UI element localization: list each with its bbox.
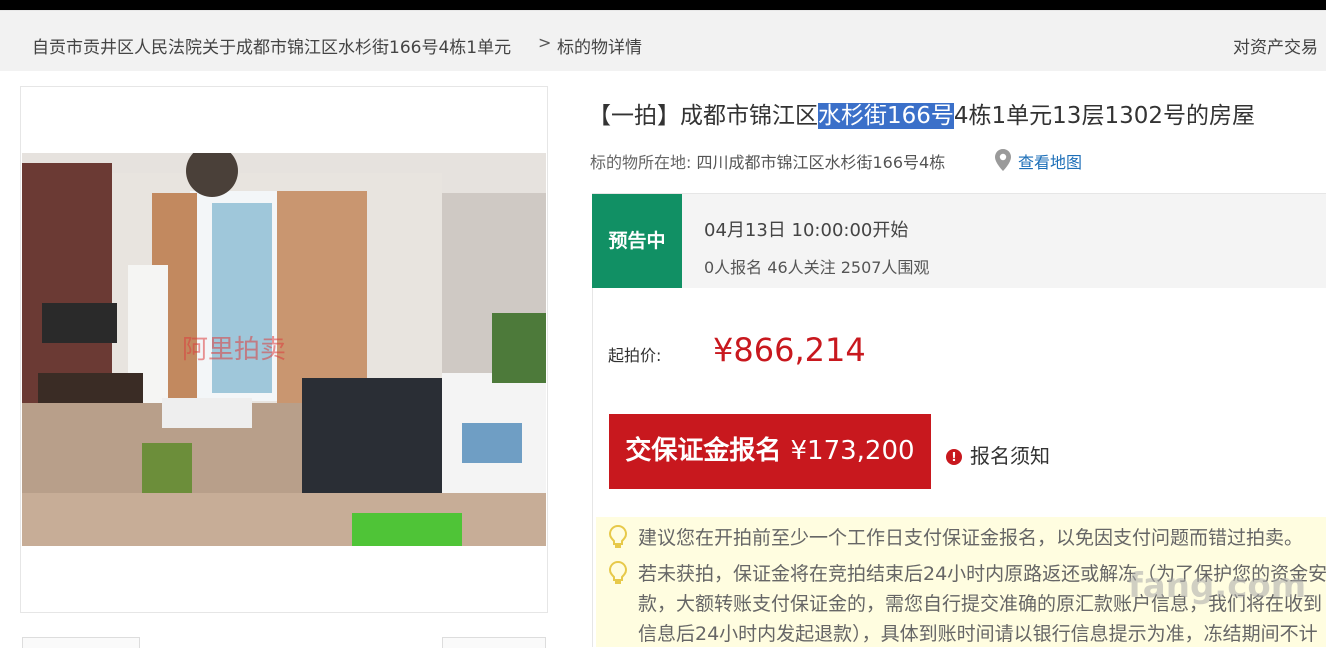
view-map-link[interactable]: 查看地图 xyxy=(1018,149,1082,173)
breadcrumb-separator: > xyxy=(538,33,552,52)
deposit-amount: ¥173,200 xyxy=(790,436,915,466)
auction-start-time: 04月13日 10:00:00开始 xyxy=(704,220,909,241)
status-badge: 预告中 xyxy=(592,194,682,289)
location-line: 标的物所在地: 四川成都市锦江区水杉街166号4栋 xyxy=(590,149,945,173)
location-value: 四川成都市锦江区水杉街166号4栋 xyxy=(696,153,946,172)
pay-deposit-register-button[interactable]: 交保证金报名 ¥173,200 xyxy=(609,414,931,489)
title-suffix: 4栋1单元13层1302号的房屋 xyxy=(953,103,1255,129)
thumbnail-tab[interactable] xyxy=(442,637,546,648)
property-photo[interactable]: 阿里拍卖 xyxy=(22,153,546,546)
photo-watermark-text: 阿里拍卖 xyxy=(182,335,286,365)
title-highlight: 水杉街166号 xyxy=(818,103,954,129)
deposit-button-label: 交保证金报名 xyxy=(625,436,782,466)
location-pin-icon xyxy=(993,148,1013,176)
alert-icon: ! xyxy=(946,449,962,465)
lightbulb-icon xyxy=(608,524,628,555)
location-label: 标的物所在地: xyxy=(590,153,692,172)
breadcrumb: 自贡市贡井区人民法院关于成都市锦江区水杉街166号4栋1单元 > 标的物详情 对… xyxy=(0,10,1326,71)
registration-notice-link[interactable]: ! 报名须知 xyxy=(946,440,1050,469)
breadcrumb-item-court[interactable]: 自贡市贡井区人民法院关于成都市锦江区水杉街166号4栋1单元 xyxy=(32,33,511,58)
asset-transaction-link[interactable]: 对资产交易 xyxy=(1233,33,1318,58)
auction-stats: 0人报名 46人关注 2507人围观 xyxy=(704,258,930,277)
starting-price-label: 起拍价: xyxy=(608,346,662,365)
thumbnail-tab[interactable] xyxy=(22,637,140,648)
auction-status-panel: 预告中 04月13日 10:00:00开始 0人报名 46人关注 2507人围观 xyxy=(592,193,1326,289)
registration-notice-label: 报名须知 xyxy=(970,444,1050,468)
title-prefix: 【一拍】成都市锦江区 xyxy=(588,103,818,129)
top-border xyxy=(0,0,1326,10)
tip-text: 建议您在开拍前至少一个工作日支付保证金报名，以免因支付问题而错过拍卖。 xyxy=(638,527,1304,549)
lightbulb-icon xyxy=(608,560,628,591)
image-gallery: 阿里拍卖 xyxy=(20,86,548,613)
breadcrumb-item-detail: 标的物详情 xyxy=(557,38,642,58)
starting-price-value: ¥866,214 xyxy=(713,331,866,369)
listing-title: 【一拍】成都市锦江区水杉街166号4栋1单元13层1302号的房屋 xyxy=(588,96,1255,130)
tip-text: 信息后24小时内发起退款），具体到账时间请以银行信息提示为准，冻结期间不计 xyxy=(638,623,1318,645)
site-watermark: fang.com xyxy=(1128,566,1307,606)
